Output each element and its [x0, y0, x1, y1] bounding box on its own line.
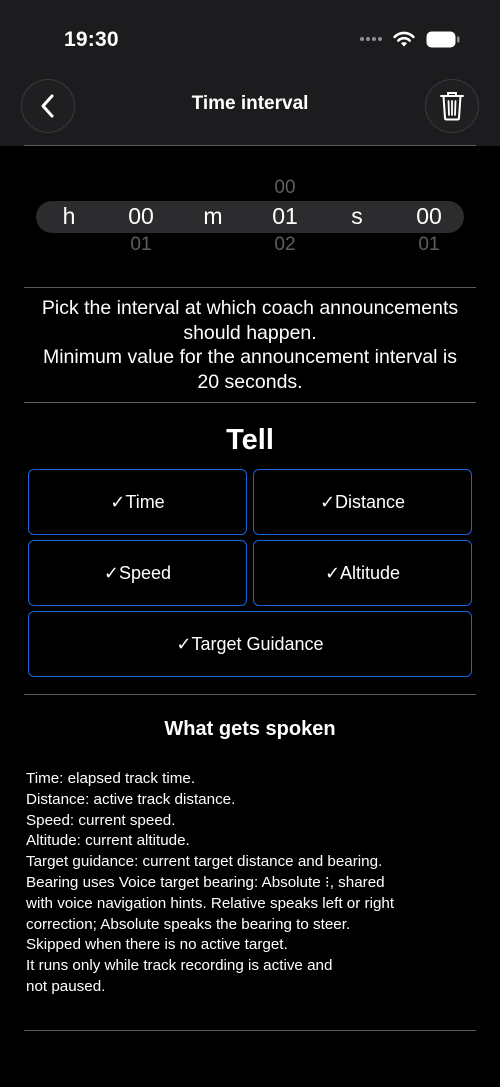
spoken-section-title: What gets spoken	[164, 718, 336, 740]
info-line: Pick the interval at which coach announc…	[41, 297, 459, 319]
tell-option-target-guidance[interactable]: ✓Target Guidance	[28, 611, 472, 677]
signal-dots-icon	[360, 37, 382, 41]
spoken-line: Target guidance: current target distance…	[26, 853, 383, 871]
spoken-line: correction; Absolute speaks the bearing …	[26, 915, 351, 933]
spoken-line: Altitude: current altitude.	[26, 832, 190, 850]
divider	[24, 287, 476, 288]
tell-option-distance[interactable]: ✓Distance	[253, 469, 472, 535]
tell-section-title: Tell	[226, 424, 274, 456]
seconds-wheel-next[interactable]: 01	[399, 234, 459, 252]
hours-unit-label: h	[62, 203, 76, 229]
status-time: 19:30	[64, 28, 119, 51]
hours-wheel-value[interactable]: 00	[111, 203, 171, 230]
time-interval-picker[interactable]: h 00 01 m 00 01 02 s 00 01	[0, 170, 500, 260]
spoken-line: Time: elapsed track time.	[26, 770, 196, 787]
seconds-unit-label: s	[351, 203, 363, 229]
spoken-line: Speed: current speed.	[26, 811, 176, 829]
header-divider	[24, 145, 476, 146]
spoken-line: Bearing uses Voice target bearing: Absol…	[26, 873, 385, 891]
status-indicators	[360, 30, 460, 48]
navigation-header: 19:30 Time interval	[0, 0, 500, 146]
minutes-unit-label: m	[203, 203, 223, 229]
spoken-line: Distance: active track distance.	[26, 790, 236, 808]
divider	[24, 1030, 476, 1031]
divider	[24, 694, 476, 695]
spoken-line: not paused.	[26, 977, 106, 995]
tell-option-altitude[interactable]: ✓Altitude	[253, 540, 472, 606]
hours-wheel-next[interactable]: 01	[111, 234, 171, 252]
divider	[24, 402, 476, 403]
minutes-wheel-value[interactable]: 01	[255, 203, 315, 230]
spoken-line: with voice navigation hints. Relative sp…	[26, 894, 395, 912]
seconds-wheel-value[interactable]: 00	[399, 203, 459, 230]
spoken-description: Time: elapsed track time. Distance: acti…	[26, 769, 486, 998]
info-line: should happen.	[183, 321, 317, 344]
info-line: Minimum value for the announcement inter…	[42, 346, 458, 368]
wifi-icon	[393, 31, 415, 47]
spoken-line: Skipped when there is no active target.	[26, 936, 288, 954]
delete-button[interactable]	[425, 79, 479, 133]
info-line: 20 seconds.	[197, 370, 303, 393]
interval-description: Pick the interval at which coach announc…	[18, 296, 482, 394]
minutes-wheel-next[interactable]: 02	[255, 234, 315, 252]
battery-icon	[426, 31, 460, 47]
tell-option-speed[interactable]: ✓Speed	[28, 540, 247, 606]
spoken-line: It runs only while track recording is ac…	[26, 957, 333, 975]
trash-icon	[440, 92, 464, 121]
minutes-wheel-prev[interactable]: 00	[255, 177, 315, 199]
tell-option-time[interactable]: ✓Time	[28, 469, 247, 535]
